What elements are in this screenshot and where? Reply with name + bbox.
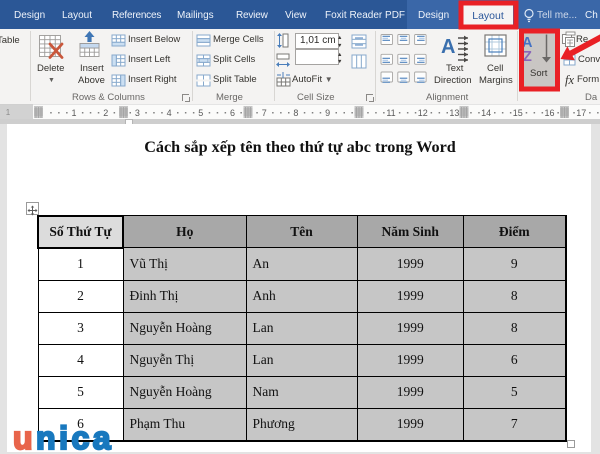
svg-text:Z: Z [523,49,532,65]
svg-text:15: 15 [513,108,523,118]
svg-text:6: 6 [230,108,235,118]
svg-text:1: 1 [71,108,76,118]
svg-text:3: 3 [135,108,140,118]
svg-text:2: 2 [103,108,108,118]
svg-text:A: A [441,36,455,58]
svg-text:1: 1 [6,108,11,117]
svg-text:7: 7 [262,108,267,118]
svg-text:12: 12 [418,108,428,118]
svg-text:13: 13 [449,108,459,118]
svg-text:14: 14 [481,108,491,118]
svg-text:16: 16 [544,108,554,118]
svg-text:9: 9 [325,108,330,118]
svg-text:8: 8 [293,108,298,118]
svg-text:17: 17 [576,108,586,118]
svg-text:5: 5 [198,108,203,118]
svg-text:11: 11 [386,108,395,118]
svg-text:4: 4 [167,108,172,118]
